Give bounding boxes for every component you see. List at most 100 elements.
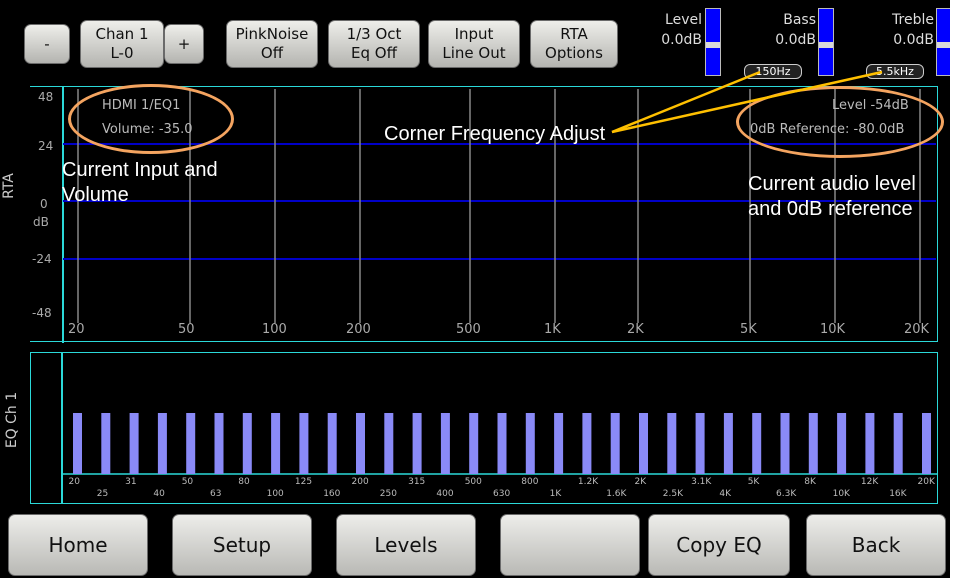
oct-eq-button[interactable]: 1/3 Oct Eq Off bbox=[328, 20, 420, 68]
eq-band-31[interactable] bbox=[129, 413, 139, 474]
level-meter-label: Level 0.0dB bbox=[640, 10, 702, 50]
eq-band-10K[interactable] bbox=[837, 413, 847, 474]
eq-band-12K[interactable] bbox=[865, 413, 875, 474]
channel-select-button[interactable]: Chan 1 L-0 bbox=[80, 20, 164, 68]
eq-band-50[interactable] bbox=[186, 413, 196, 474]
eq-band-125[interactable] bbox=[299, 413, 309, 474]
eq-freq-label: 160 bbox=[323, 489, 341, 499]
eq-band-160[interactable] bbox=[327, 413, 337, 474]
level-slider[interactable] bbox=[705, 8, 721, 76]
eq-freq-label: 8K bbox=[804, 477, 816, 487]
eq-band-16K[interactable] bbox=[893, 413, 903, 474]
eq-band-800[interactable] bbox=[525, 413, 535, 474]
eq-band-315[interactable] bbox=[412, 413, 422, 474]
rta-side-label: RTA bbox=[0, 173, 17, 199]
eq-freq-label: 5K bbox=[747, 477, 760, 487]
bass-slider[interactable] bbox=[818, 8, 834, 76]
home-button[interactable]: Home bbox=[8, 514, 148, 576]
x-tick-20k: 20K bbox=[904, 322, 930, 337]
level-reference-oval bbox=[736, 86, 944, 158]
level-slider-knob[interactable] bbox=[706, 42, 720, 48]
eq-band-20[interactable] bbox=[73, 413, 82, 474]
input-button[interactable]: Input Line Out bbox=[428, 20, 520, 68]
minus-label: - bbox=[44, 34, 50, 53]
eq-freq-label: 630 bbox=[493, 489, 511, 499]
pinknoise-label: PinkNoise bbox=[235, 25, 309, 43]
app-window: - Chan 1 L-0 + PinkNoise Off 1/3 Oct Eq … bbox=[0, 0, 950, 578]
eq-band-630[interactable] bbox=[497, 413, 507, 474]
eq-band-3.1K[interactable] bbox=[695, 413, 705, 474]
eq-band-1.6K[interactable] bbox=[610, 413, 620, 474]
eq-band-6.3K[interactable] bbox=[780, 413, 790, 474]
eq-band-40[interactable] bbox=[157, 413, 167, 474]
eq-freq-label: 2.5K bbox=[662, 489, 684, 499]
callout-corner-frequency: Corner Frequency Adjust bbox=[384, 123, 606, 145]
eq-freq-label: 10K bbox=[832, 489, 850, 499]
eq-freq-label: 1K bbox=[549, 489, 562, 499]
channel-name: Chan 1 bbox=[95, 25, 149, 43]
eq-freq-label: 1.6K bbox=[606, 489, 627, 499]
x-tick-500: 500 bbox=[456, 322, 481, 337]
eq-freq-label: 315 bbox=[408, 477, 426, 487]
blank-button[interactable] bbox=[500, 514, 640, 576]
treble-slider[interactable] bbox=[936, 8, 950, 76]
eq-freq-label: 125 bbox=[294, 477, 313, 487]
eq-bars bbox=[61, 353, 937, 503]
eq-freq-label: 500 bbox=[464, 477, 482, 487]
channel-prev-button[interactable]: - bbox=[24, 24, 70, 64]
eq-freq-label: 63 bbox=[210, 489, 222, 499]
eq-band-400[interactable] bbox=[440, 413, 450, 474]
levels-button[interactable]: Levels bbox=[336, 514, 476, 576]
treble-freq-button[interactable]: 5.5kHz bbox=[866, 64, 924, 79]
treble-value: 0.0dB bbox=[893, 32, 934, 48]
setup-button[interactable]: Setup bbox=[172, 514, 312, 576]
callout-input-volume: Current Input and Volume bbox=[62, 159, 218, 206]
pinknoise-state: Off bbox=[260, 44, 284, 62]
x-tick-50: 50 bbox=[178, 322, 195, 337]
input-state: Line Out bbox=[442, 44, 506, 62]
eq-side-label: EQ Ch 1 bbox=[4, 391, 21, 449]
eq-freq-label: 25 bbox=[96, 489, 109, 499]
eq-freq-label: 400 bbox=[436, 489, 454, 499]
input-label: Input bbox=[454, 25, 494, 43]
eq-freq-label: 20 bbox=[68, 477, 80, 487]
x-tick-5k: 5K bbox=[740, 322, 757, 337]
eq-freq-label: 4K bbox=[719, 489, 732, 499]
eq-band-2.5K[interactable] bbox=[667, 413, 677, 474]
treble-slider-knob[interactable] bbox=[937, 42, 950, 48]
eq-freq-label: 250 bbox=[379, 489, 397, 499]
eq-freq-label: 20K bbox=[917, 477, 935, 487]
eq-freq-label: 6.3K bbox=[776, 489, 797, 499]
eq-band-80[interactable] bbox=[242, 413, 252, 474]
x-tick-100: 100 bbox=[262, 322, 287, 337]
eq-band-8K[interactable] bbox=[808, 413, 818, 474]
eq-band-2K[interactable] bbox=[639, 413, 648, 474]
channel-next-button[interactable]: + bbox=[164, 24, 204, 64]
back-button[interactable]: Back bbox=[806, 514, 946, 576]
eq-band-4K[interactable] bbox=[723, 413, 733, 474]
bass-slider-knob[interactable] bbox=[819, 42, 833, 48]
eq-freq-label: 2K bbox=[634, 477, 647, 487]
channel-id: L-0 bbox=[110, 44, 134, 62]
pinknoise-button[interactable]: PinkNoise Off bbox=[226, 20, 318, 68]
eq-band-20K[interactable] bbox=[922, 413, 931, 474]
callout-audio-level: Current audio level and 0dB reference bbox=[748, 173, 916, 220]
eq-state: Eq Off bbox=[351, 44, 397, 62]
eq-freq-label: 40 bbox=[153, 489, 165, 499]
input-volume-oval bbox=[68, 84, 234, 154]
eq-band-250[interactable] bbox=[384, 413, 394, 474]
eq-band-63[interactable] bbox=[214, 413, 224, 474]
eq-band-1.2K[interactable] bbox=[582, 413, 592, 474]
bass-freq-button[interactable]: 150Hz bbox=[744, 64, 802, 79]
eq-band-500[interactable] bbox=[469, 413, 479, 474]
level-label: Level bbox=[665, 12, 702, 28]
eq-band-25[interactable] bbox=[101, 413, 111, 474]
x-tick-10k: 10K bbox=[820, 322, 846, 337]
copy-eq-button[interactable]: Copy EQ bbox=[648, 514, 790, 576]
eq-band-1K[interactable] bbox=[554, 413, 564, 474]
eq-band-100[interactable] bbox=[271, 413, 281, 474]
eq-band-5K[interactable] bbox=[752, 413, 762, 474]
eq-freq-label: 80 bbox=[238, 477, 250, 487]
eq-band-200[interactable] bbox=[356, 413, 365, 474]
rta-options-button[interactable]: RTA Options bbox=[530, 20, 618, 68]
